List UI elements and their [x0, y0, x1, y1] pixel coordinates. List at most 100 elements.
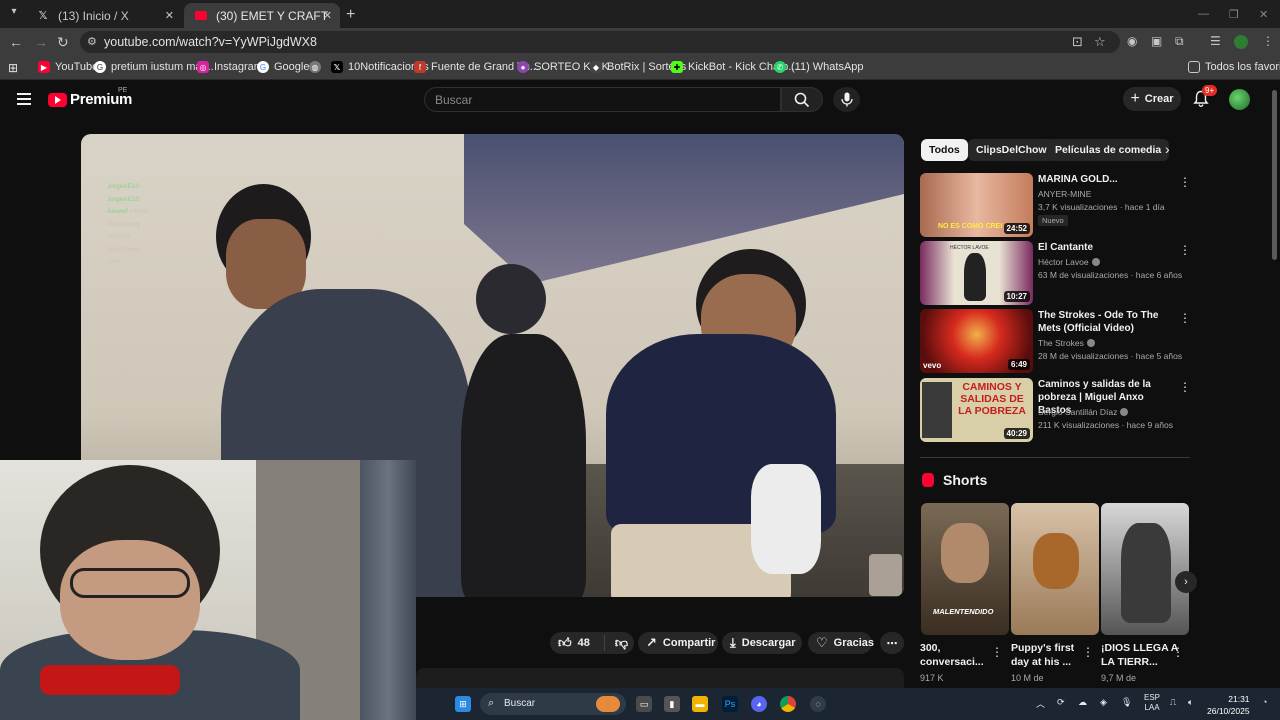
tray-chevron-icon[interactable]: ︿ [1036, 697, 1045, 710]
chip-todos[interactable]: Todos [921, 139, 968, 161]
close-tab-icon[interactable]: ✕ [165, 9, 174, 22]
profile-avatar[interactable] [1234, 35, 1248, 49]
reading-list-icon[interactable]: ☰ [1210, 34, 1221, 48]
task-view-icon[interactable]: ▭ [636, 696, 652, 712]
tab-x-inicio[interactable]: 𝕏 (13) Inicio / X ✕ [26, 3, 182, 28]
network-icon[interactable]: ⎍ [1170, 697, 1176, 708]
description-box[interactable] [416, 668, 904, 688]
share-button[interactable]: ↗ Compartir [638, 632, 718, 654]
channel-name[interactable]: Héctor Lavoe [1038, 257, 1100, 267]
chevron-right-icon[interactable]: › [1165, 141, 1170, 157]
page-scrollbar[interactable] [1270, 82, 1278, 682]
install-app-icon[interactable]: ⊡ [1072, 34, 1083, 50]
video-thumbnail[interactable]: HÉCTOR LAVOE 10:27 [920, 241, 1033, 305]
bookmark-pretium[interactable]: Gpretium iustum mat... [94, 61, 214, 73]
more-vertical-icon[interactable]: ⋮ [1179, 380, 1191, 394]
bookmark-globe[interactable]: ◍ [309, 61, 326, 73]
youtube-premium-logo[interactable]: Premium PE [48, 87, 132, 108]
video-thumbnail[interactable]: CAMINOS Y SALIDAS DE LA POBREZA 40:29 [920, 378, 1033, 442]
thumbs-up-icon[interactable]: 👍︎ [558, 635, 572, 651]
extension-icon[interactable]: ◉ [1127, 34, 1137, 48]
windows-start-icon[interactable]: ⊞ [455, 696, 471, 712]
photoshop-icon[interactable]: Ps [722, 696, 738, 712]
chip-clipsdelchow[interactable]: ClipsDelChow [968, 139, 1055, 161]
bookmark-google[interactable]: G Google [257, 61, 309, 73]
extension-icon[interactable]: ▣ [1151, 34, 1162, 48]
short-title[interactable]: 300, conversaci... [920, 641, 1000, 669]
apps-grid-icon[interactable]: ⊞ [8, 61, 18, 75]
more-vertical-icon[interactable]: ⋮ [1179, 243, 1191, 257]
thumbs-down-icon[interactable]: 👎︎ [603, 635, 628, 651]
like-count[interactable]: 48 [578, 637, 590, 649]
close-tab-icon[interactable]: ✕ [323, 9, 332, 22]
short-thumbnail[interactable] [1101, 503, 1189, 635]
notification-center-icon[interactable]: ◔ [1262, 697, 1267, 707]
more-vertical-icon[interactable]: ⋮ [1179, 175, 1191, 189]
file-explorer-icon[interactable]: ▬ [692, 696, 708, 712]
tray-app-icon[interactable]: ◈ [1100, 697, 1107, 708]
bookmark-youtube[interactable]: ▶ YouTube [38, 61, 98, 73]
onedrive-icon[interactable]: ☁ [1078, 697, 1087, 708]
chrome-icon[interactable] [780, 696, 796, 712]
discord-icon[interactable]: ◕ [751, 696, 767, 712]
hamburger-menu-icon[interactable] [17, 93, 31, 105]
forward-icon[interactable]: → [34, 34, 48, 50]
maximize-icon[interactable]: ❐ [1229, 8, 1239, 21]
video-title[interactable]: MARINA GOLD... [1038, 173, 1172, 186]
new-tab-icon[interactable]: + [346, 6, 355, 24]
more-actions-button[interactable]: ⋯ [880, 632, 904, 654]
bookmark-star-icon[interactable]: ☆ [1094, 34, 1106, 50]
channel-name[interactable]: The Strokes [1038, 338, 1095, 348]
shorts-next-button[interactable]: › [1175, 571, 1197, 593]
chrome-menu-icon[interactable]: ⋮ [1262, 34, 1274, 48]
video-title[interactable]: El Cantante [1038, 241, 1172, 254]
microphone-icon[interactable]: 🎙︎ [1121, 697, 1132, 708]
download-button[interactable]: ⤓ Descargar [722, 632, 802, 654]
reload-icon[interactable]: ↻ [57, 34, 69, 51]
more-vertical-icon[interactable]: ⋮ [1172, 645, 1184, 659]
search-button[interactable] [781, 87, 823, 112]
short-thumbnail[interactable]: MALENTENDIDO [921, 503, 1009, 635]
recommended-video[interactable]: vevo 6:49 The Strokes - Ode To The Mets … [920, 309, 1191, 373]
omnibox[interactable]: ⚙ youtube.com/watch?v=YyWPiJgdWX8 ⊡ ☆ [80, 31, 1120, 53]
channel-name[interactable]: ANYER-MINE [1038, 189, 1091, 199]
obs-icon[interactable]: ◌ [810, 696, 826, 712]
taskbar-clock[interactable]: 21:31 26/10/2025 [1207, 693, 1250, 717]
app-icon[interactable]: ▮ [664, 696, 680, 712]
more-vertical-icon[interactable]: ⋮ [991, 645, 1003, 659]
create-button[interactable]: + Crear [1123, 87, 1181, 111]
scrollbar-thumb[interactable] [1272, 90, 1277, 260]
notifications-button[interactable]: 9+ [1193, 85, 1218, 112]
search-input[interactable]: Buscar [424, 87, 781, 112]
language-indicator[interactable]: ESP LAA [1144, 693, 1160, 713]
minimize-icon[interactable]: — [1198, 8, 1209, 20]
bookmark-instagram[interactable]: ◎ Instagram [197, 61, 263, 73]
taskbar-search[interactable]: ⌕ Buscar [480, 693, 626, 715]
short-thumbnail[interactable] [1011, 503, 1099, 635]
tray-app-icon[interactable]: ⟳ [1057, 697, 1065, 708]
more-vertical-icon[interactable]: ⋮ [1082, 645, 1094, 659]
all-bookmarks-folder[interactable]: Todos los favoritos [1188, 61, 1280, 73]
recommended-video[interactable]: HÉCTOR LAVOE 10:27 El Cantante Héctor La… [920, 241, 1191, 305]
site-info-icon[interactable]: ⚙ [87, 35, 97, 48]
video-title[interactable]: The Strokes - Ode To The Mets (Official … [1038, 309, 1172, 335]
more-vertical-icon[interactable]: ⋮ [1179, 311, 1191, 325]
chip-peliculas-comedia[interactable]: Películas de comedia [1047, 139, 1170, 161]
volume-icon[interactable]: 🔈︎ [1188, 697, 1193, 708]
recommended-video[interactable]: CAMINOS Y SALIDAS DE LA POBREZA 40:29 Ca… [920, 378, 1191, 442]
channel-name[interactable]: Sergio Santillán Díaz [1038, 407, 1129, 417]
back-icon[interactable]: ← [9, 34, 23, 50]
recommended-video[interactable]: NO ES COMO CREI 24:52 MARINA GOLD... ANY… [920, 173, 1191, 237]
close-window-icon[interactable]: ✕ [1259, 8, 1268, 21]
extensions-puzzle-icon[interactable]: ⧉ [1175, 34, 1184, 49]
tab-search-icon[interactable]: ▾ [6, 6, 22, 22]
video-thumbnail[interactable]: vevo 6:49 [920, 309, 1033, 373]
short-title[interactable]: Puppy's first day at his ... [1011, 641, 1091, 669]
short-title[interactable]: ¡DIOS LLEGA A LA TIERR... [1101, 641, 1181, 669]
video-thumbnail[interactable]: NO ES COMO CREI 24:52 [920, 173, 1033, 237]
account-avatar[interactable] [1229, 89, 1250, 110]
tab-youtube-video[interactable]: (30) EMET Y CRAFT PARCHAND ✕ [184, 3, 340, 28]
voice-search-button[interactable] [833, 87, 860, 112]
bookmark-whatsapp[interactable]: ✆ (11) WhatsApp [774, 61, 864, 73]
thanks-button[interactable]: ♡ Gracias [808, 632, 874, 654]
